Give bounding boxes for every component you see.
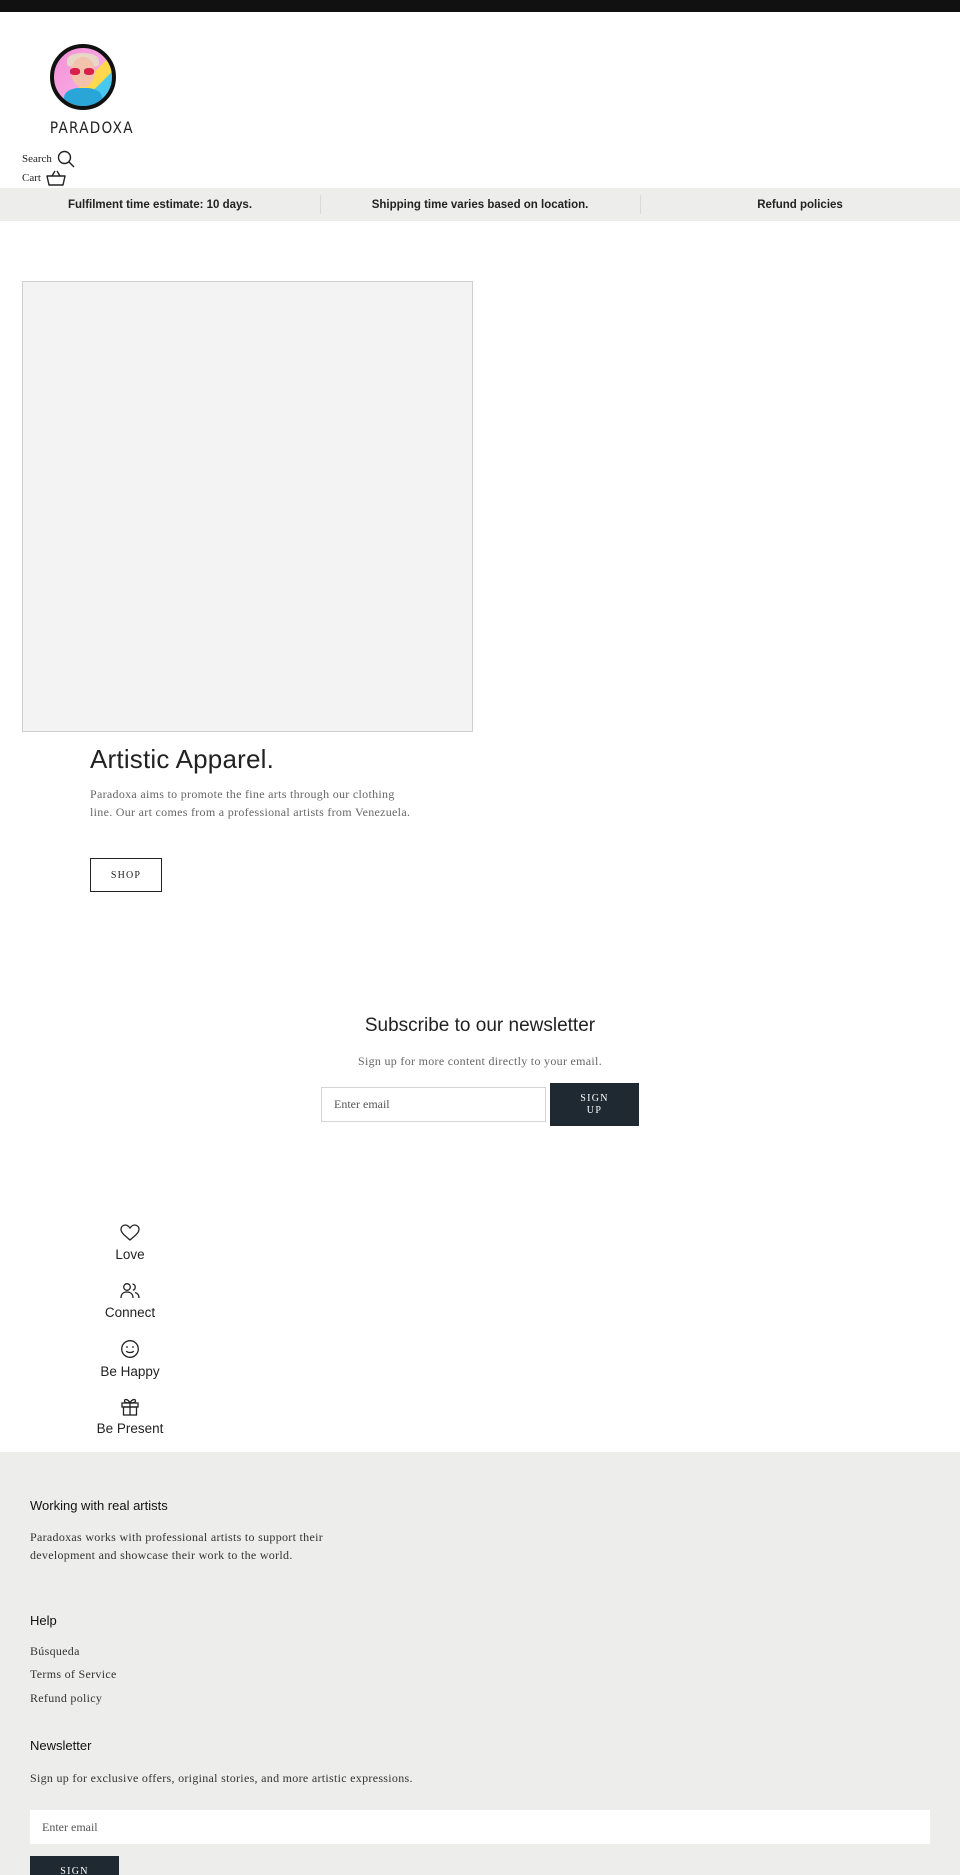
heart-icon (120, 1224, 140, 1241)
smile-icon (121, 1340, 139, 1358)
hero-description: Paradoxa aims to promote the fine arts t… (90, 787, 411, 819)
newsletter-email-input[interactable]: Enter email (321, 1087, 546, 1122)
footer-newsletter-title: Newsletter (30, 1738, 92, 1753)
footer-link-terms[interactable]: Terms of Service (30, 1667, 117, 1682)
footer-about-title: Working with real artists (30, 1498, 168, 1513)
announcement-fulfilment: Fulfilment time estimate: 10 days. (67, 198, 253, 211)
logo-emblem-icon (50, 44, 116, 110)
footer-help-title: Help (30, 1613, 57, 1628)
search-link[interactable]: Search (22, 150, 75, 168)
brand-logo[interactable]: PARADOXA (44, 44, 134, 137)
gift-icon (121, 1398, 139, 1416)
announcement-shipping: Shipping time varies based on location. (320, 188, 640, 221)
feature-label: Connect (104, 1305, 156, 1320)
hero-title: Artistic Apparel. (90, 744, 275, 774)
users-icon (120, 1283, 140, 1299)
newsletter-signup-button[interactable]: SIGN UP (550, 1083, 639, 1126)
feature-label: Be Present (96, 1421, 164, 1436)
cart-label: Cart (22, 172, 41, 184)
shop-button[interactable]: SHOP (90, 858, 162, 892)
cart-link[interactable]: Cart (22, 170, 66, 186)
footer-signup-button[interactable]: SIGN (30, 1856, 119, 1875)
footer-email-input[interactable]: Enter email (30, 1810, 930, 1844)
footer-about-text: Paradoxas works with professional artist… (30, 1530, 324, 1562)
announcement-refund[interactable]: Refund policies (640, 188, 960, 221)
search-label: Search (22, 153, 52, 165)
search-icon (57, 150, 75, 168)
newsletter-title: Subscribe to our newsletter (364, 1015, 596, 1036)
brand-name: PARADOXA (49, 118, 134, 137)
footer-link-busqueda[interactable]: Búsqueda (30, 1644, 80, 1659)
feature-be-happy: Be Happy (80, 1339, 180, 1379)
cart-basket-icon (46, 170, 66, 186)
footer-newsletter-text: Sign up for exclusive offers, original s… (30, 1771, 413, 1785)
footer-link-refund[interactable]: Refund policy (30, 1691, 102, 1706)
top-bar (0, 0, 960, 12)
feature-be-present: Be Present (80, 1396, 180, 1436)
newsletter-subtitle: Sign up for more content directly to you… (357, 1054, 602, 1068)
feature-connect: Connect (80, 1282, 180, 1320)
announcement-bar: Fulfilment time estimate: 10 days. Shipp… (0, 188, 960, 221)
feature-label: Be Happy (100, 1364, 160, 1379)
feature-love: Love (80, 1224, 180, 1262)
hero-image-placeholder (22, 281, 473, 732)
feature-label: Love (115, 1247, 145, 1262)
